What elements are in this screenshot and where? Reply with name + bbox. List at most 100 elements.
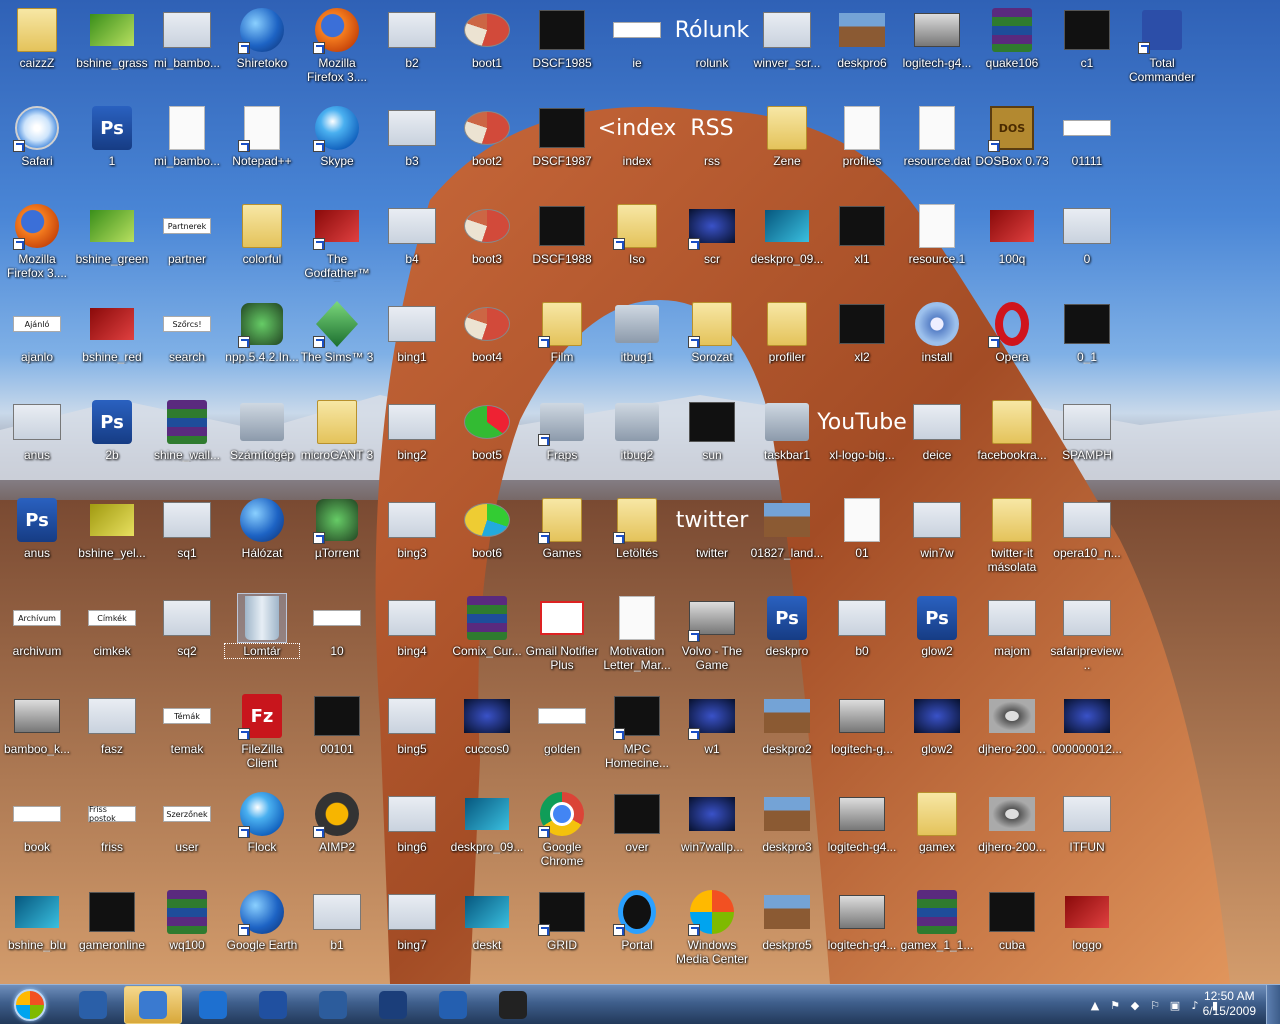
desktop-icon[interactable]: YouTube xl-logo-big... [817, 392, 906, 490]
desktop-icon[interactable]: quake106 [975, 0, 1049, 98]
desktop-icon[interactable]: Ps 1 [75, 98, 149, 196]
desktop-icon[interactable]: gameronline [75, 882, 149, 980]
desktop-icon[interactable]: b2 [375, 0, 449, 98]
tb-button-desktop[interactable] [64, 986, 122, 1024]
desktop-icon[interactable]: Témák temak [150, 686, 224, 784]
desktop-icon[interactable]: DOS DOSBox 0.73 [975, 98, 1049, 196]
clock[interactable]: 12:50 AM 6/15/2009 [1203, 989, 1256, 1019]
desktop-icon[interactable]: Ps 2b [75, 392, 149, 490]
desktop-icon[interactable]: microGANT 3 [300, 392, 374, 490]
desktop-icon[interactable]: resource.1 [900, 196, 974, 294]
tb-button-music-player[interactable] [484, 986, 542, 1024]
desktop-icon[interactable]: boot1 [450, 0, 524, 98]
desktop-icon[interactable]: Total Commander [1125, 0, 1199, 98]
desktop-icon[interactable]: itbug1 [600, 294, 674, 392]
desktop-icon[interactable]: Opera [975, 294, 1049, 392]
desktop-icon[interactable]: SPAMPH [1050, 392, 1124, 490]
desktop-icon[interactable]: Portal [600, 882, 674, 980]
desktop-icon[interactable]: w1 [675, 686, 749, 784]
desktop-icon[interactable]: safaripreview... [1050, 588, 1124, 686]
desktop-icon[interactable]: boot6 [450, 490, 524, 588]
desktop-icon[interactable]: b1 [300, 882, 374, 980]
desktop-icon[interactable]: Volvo - The Game [675, 588, 749, 686]
desktop-icon[interactable]: bing4 [375, 588, 449, 686]
desktop-icon[interactable]: Film [525, 294, 599, 392]
desktop-icon[interactable]: Mozilla Firefox 3.... [0, 196, 74, 294]
desktop-icon[interactable]: deskpro_09... [450, 784, 524, 882]
desktop-icon[interactable]: deskpro2 [750, 686, 824, 784]
desktop-icon[interactable]: Skype [300, 98, 374, 196]
desktop-icon[interactable]: glow2 [900, 686, 974, 784]
desktop-icon[interactable]: Motivation Letter_Mar... [600, 588, 674, 686]
desktop-icon[interactable]: shine_wall... [150, 392, 224, 490]
desktop-icon[interactable]: colorful [225, 196, 299, 294]
tray-icon[interactable]: ▣ [1168, 998, 1182, 1012]
desktop-icon[interactable]: MPC Homecine... [600, 686, 674, 784]
desktop-icon[interactable]: Friss postok friss [75, 784, 149, 882]
desktop-icon[interactable]: The Sims™ 3 [300, 294, 374, 392]
show-desktop-button[interactable] [1266, 985, 1280, 1024]
desktop-icon[interactable]: profiler [750, 294, 824, 392]
desktop-icon[interactable]: Szerzőnek user [150, 784, 224, 882]
desktop-icon[interactable]: Ps deskpro [750, 588, 824, 686]
desktop-icon[interactable]: Comix_Cur... [450, 588, 524, 686]
desktop-icon[interactable]: sq2 [150, 588, 224, 686]
desktop-icon[interactable]: Notepad++ [225, 98, 299, 196]
desktop-icon[interactable]: logitech-g4... [825, 882, 899, 980]
tray-icon[interactable]: ⚐ [1148, 998, 1162, 1012]
desktop-icon[interactable]: bing6 [375, 784, 449, 882]
desktop-icon[interactable]: Hálózat [225, 490, 299, 588]
desktop-icon[interactable]: anus [0, 392, 74, 490]
desktop-icon[interactable]: b0 [825, 588, 899, 686]
tray-icon[interactable]: ♪ [1188, 998, 1202, 1012]
desktop-icon[interactable]: Google Earth [225, 882, 299, 980]
desktop-icon[interactable]: 100q [975, 196, 1049, 294]
desktop-icon[interactable]: The Godfather™ II [300, 196, 374, 294]
desktop-icon[interactable]: boot4 [450, 294, 524, 392]
desktop-icon[interactable]: 10 [300, 588, 374, 686]
desktop-icon[interactable]: AIMP2 [300, 784, 374, 882]
desktop-icon[interactable]: Fz FileZilla Client [225, 686, 299, 784]
desktop-icon[interactable]: twitter-it másolata [975, 490, 1049, 588]
desktop-icon[interactable]: twitter twitter [675, 490, 749, 588]
desktop-icon[interactable]: boot2 [450, 98, 524, 196]
desktop-icon[interactable]: bshine_yel... [75, 490, 149, 588]
desktop-icon[interactable]: djhero-200... [975, 686, 1049, 784]
desktop-icon[interactable]: resource.dat [900, 98, 974, 196]
desktop-icon[interactable]: deice [900, 392, 974, 490]
tray-icon[interactable]: ⚑ [1108, 998, 1122, 1012]
desktop-icon[interactable]: 01 [825, 490, 899, 588]
desktop-icon[interactable]: deskt [450, 882, 524, 980]
desktop-icon[interactable]: 01827_land... [750, 490, 824, 588]
desktop-icon[interactable]: bshine_green [75, 196, 149, 294]
desktop-icon[interactable]: DSCF1987 [525, 98, 599, 196]
desktop-icon[interactable]: logitech-g4... [900, 0, 974, 98]
desktop-icon[interactable]: µTorrent [300, 490, 374, 588]
desktop-icon[interactable]: Zene [750, 98, 824, 196]
desktop-icon[interactable]: bamboo_k... [0, 686, 74, 784]
desktop-icon[interactable]: itbug2 [600, 392, 674, 490]
desktop-icon[interactable]: wq100 [150, 882, 224, 980]
desktop-icon[interactable]: DSCF1985 [525, 0, 599, 98]
desktop-icon[interactable]: ITFUN [1050, 784, 1124, 882]
desktop-icon[interactable]: golden [525, 686, 599, 784]
desktop-icon[interactable]: taskbar1 [750, 392, 824, 490]
desktop-icon[interactable]: cuba [975, 882, 1049, 980]
desktop-icon[interactable]: opera10_n... [1050, 490, 1124, 588]
desktop-icon[interactable]: mi_bambo... [150, 0, 224, 98]
desktop-icon[interactable]: 0 [1050, 196, 1124, 294]
tb-button-winamp[interactable] [244, 986, 302, 1024]
desktop-icon[interactable]: bshine_grass [75, 0, 149, 98]
desktop-icon[interactable]: Letöltés [600, 490, 674, 588]
tb-button-messenger[interactable] [124, 985, 182, 1024]
desktop-icon[interactable]: gamex [900, 784, 974, 882]
desktop-icon[interactable]: Sorozat [675, 294, 749, 392]
desktop-icon[interactable]: Flock [225, 784, 299, 882]
desktop-icon[interactable]: deskpro5 [750, 882, 824, 980]
desktop-icon[interactable]: xl2 [825, 294, 899, 392]
tb-button-internet-explorer[interactable] [184, 986, 242, 1024]
desktop-icon[interactable]: logitech-g4... [825, 784, 899, 882]
desktop-icon[interactable]: sun [675, 392, 749, 490]
desktop-icon[interactable]: Rólunk rolunk [675, 0, 750, 98]
desktop-icon[interactable]: install [900, 294, 974, 392]
